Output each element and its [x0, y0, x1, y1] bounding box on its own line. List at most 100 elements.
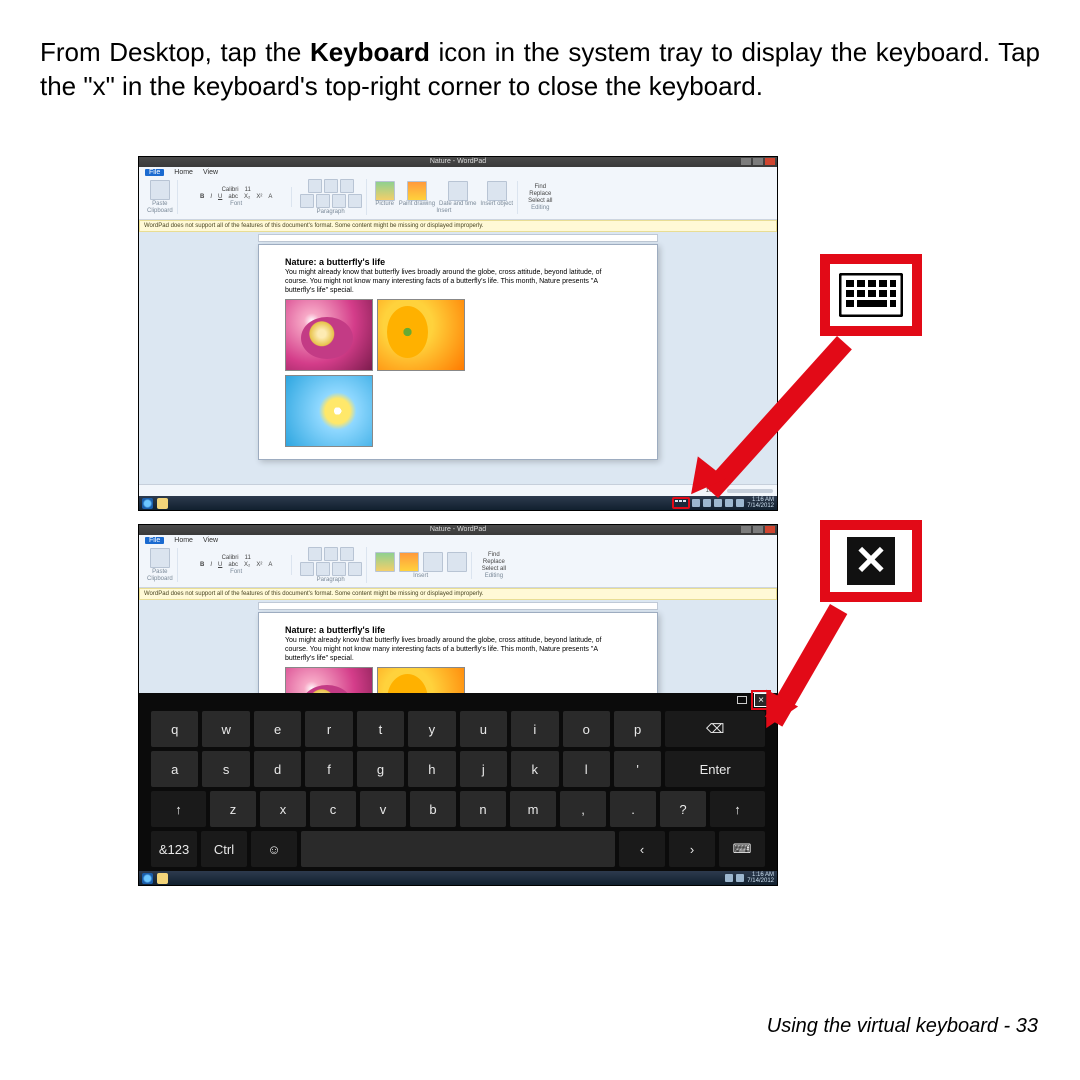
tray-clock[interactable]: 1:16 AM 7/14/2012 — [747, 872, 774, 884]
taskbar-ie-icon[interactable] — [142, 873, 153, 884]
key-s[interactable]: s — [202, 751, 249, 787]
minimize-button[interactable] — [741, 526, 751, 533]
key-right[interactable]: › — [669, 831, 715, 867]
document-page[interactable]: Nature: a butterfly's life You might alr… — [258, 244, 658, 460]
key-q[interactable]: q — [151, 711, 198, 747]
find-button[interactable]: Find — [532, 184, 548, 190]
insert-object-button[interactable] — [447, 552, 467, 572]
key-x[interactable]: x — [260, 791, 306, 827]
taskbar-explorer-icon[interactable] — [157, 873, 168, 884]
tab-home[interactable]: Home — [174, 537, 193, 544]
align-justify-button[interactable] — [348, 562, 362, 576]
close-window-button[interactable] — [765, 526, 775, 533]
sup-button[interactable]: X² — [254, 562, 264, 568]
bold-button[interactable]: B — [198, 562, 206, 568]
maximize-button[interactable] — [753, 158, 763, 165]
italic-button[interactable]: I — [208, 194, 214, 200]
key-v[interactable]: v — [360, 791, 406, 827]
key-'[interactable]: ' — [614, 751, 661, 787]
tray-icon[interactable] — [725, 874, 733, 882]
key-g[interactable]: g — [357, 751, 404, 787]
align-right-button[interactable] — [332, 562, 346, 576]
key-emoji[interactable]: ☺ — [251, 831, 297, 867]
outdent-button[interactable] — [340, 179, 354, 193]
tab-view[interactable]: View — [203, 537, 218, 544]
insert-date-button[interactable] — [448, 181, 468, 201]
insert-object-button[interactable] — [487, 181, 507, 201]
font-size[interactable]: 11 — [243, 187, 253, 193]
key-h[interactable]: h — [408, 751, 455, 787]
underline-button[interactable]: U — [216, 562, 224, 568]
align-center-button[interactable] — [316, 562, 330, 576]
font-name[interactable]: Calibri — [220, 555, 241, 561]
key-t[interactable]: t — [357, 711, 404, 747]
sub-button[interactable]: X₂ — [242, 194, 252, 200]
key-y[interactable]: y — [408, 711, 455, 747]
key-u[interactable]: u — [460, 711, 507, 747]
outdent-button[interactable] — [340, 547, 354, 561]
insert-paint-button[interactable] — [399, 552, 419, 572]
paste-button[interactable] — [150, 180, 170, 200]
insert-picture-button[interactable] — [375, 552, 395, 572]
key-z[interactable]: z — [210, 791, 256, 827]
align-justify-button[interactable] — [348, 194, 362, 208]
sup-button[interactable]: X² — [254, 194, 264, 200]
key-?[interactable]: ? — [660, 791, 706, 827]
key-n[interactable]: n — [460, 791, 506, 827]
align-center-button[interactable] — [316, 194, 330, 208]
key-shift-left[interactable]: ↑ — [151, 791, 206, 827]
key-space[interactable] — [301, 831, 615, 867]
tray-icon[interactable] — [714, 499, 722, 507]
maximize-button[interactable] — [753, 526, 763, 533]
key-enter[interactable]: Enter — [665, 751, 765, 787]
key-a[interactable]: a — [151, 751, 198, 787]
replace-button[interactable]: Replace — [527, 191, 553, 197]
key-w[interactable]: w — [202, 711, 249, 747]
taskbar-explorer-icon[interactable] — [157, 498, 168, 509]
insert-date-button[interactable] — [423, 552, 443, 572]
key-symbols[interactable]: &123 — [151, 831, 197, 867]
align-left-button[interactable] — [300, 562, 314, 576]
strike-button[interactable]: abc — [226, 562, 240, 568]
key-p[interactable]: p — [614, 711, 661, 747]
key-left[interactable]: ‹ — [619, 831, 665, 867]
key-l[interactable]: l — [563, 751, 610, 787]
align-right-button[interactable] — [332, 194, 346, 208]
tab-file[interactable]: File — [145, 537, 164, 544]
key-layout[interactable]: ⌨ — [719, 831, 765, 867]
osk-dock-button[interactable] — [737, 696, 747, 704]
key-r[interactable]: r — [305, 711, 352, 747]
font-name[interactable]: Calibri — [220, 187, 241, 193]
tab-home[interactable]: Home — [174, 169, 193, 176]
color-button[interactable]: A — [266, 194, 274, 200]
indent-button[interactable] — [324, 179, 338, 193]
taskbar-ie-icon[interactable] — [142, 498, 153, 509]
tray-volume-icon[interactable] — [736, 499, 744, 507]
tray-network-icon[interactable] — [725, 499, 733, 507]
tray-icon[interactable] — [736, 874, 744, 882]
list-button[interactable] — [308, 547, 322, 561]
paste-button[interactable] — [150, 548, 170, 568]
insert-paint-button[interactable] — [407, 181, 427, 201]
align-left-button[interactable] — [300, 194, 314, 208]
key-e[interactable]: e — [254, 711, 301, 747]
key-f[interactable]: f — [305, 751, 352, 787]
key-shift-right[interactable]: ↑ — [710, 791, 765, 827]
replace-button[interactable]: Replace — [481, 559, 507, 565]
key-o[interactable]: o — [563, 711, 610, 747]
key-m[interactable]: m — [510, 791, 556, 827]
insert-picture-button[interactable] — [375, 181, 395, 201]
strike-button[interactable]: abc — [226, 194, 240, 200]
underline-button[interactable]: U — [216, 194, 224, 200]
tab-view[interactable]: View — [203, 169, 218, 176]
key-j[interactable]: j — [460, 751, 507, 787]
find-button[interactable]: Find — [486, 552, 502, 558]
color-button[interactable]: A — [266, 562, 274, 568]
zoom-slider[interactable] — [727, 489, 773, 493]
indent-button[interactable] — [324, 547, 338, 561]
key-k[interactable]: k — [511, 751, 558, 787]
minimize-button[interactable] — [741, 158, 751, 165]
list-button[interactable] — [308, 179, 322, 193]
bold-button[interactable]: B — [198, 194, 206, 200]
select-all-button[interactable]: Select all — [526, 198, 554, 204]
